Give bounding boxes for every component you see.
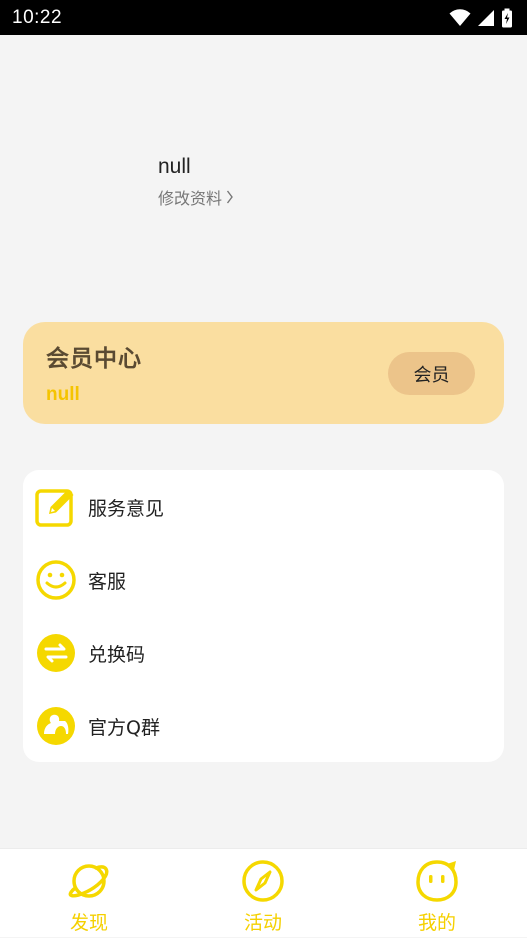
- nav-label: 发现: [69, 912, 108, 934]
- compass-icon: [242, 860, 284, 902]
- menu-item-label: 服务意见: [88, 497, 165, 520]
- edit-icon: [35, 486, 77, 528]
- status-bar: 10:22: [0, 0, 527, 35]
- wifi-icon: [449, 8, 471, 26]
- face-icon: [416, 860, 458, 902]
- tab-mine[interactable]: 我的: [377, 849, 497, 938]
- profile-name: null: [158, 155, 191, 178]
- vip-title: 会员中心: [46, 346, 142, 372]
- group-icon: [35, 705, 77, 747]
- battery-icon: [502, 8, 512, 27]
- edit-profile-link[interactable]: 修改资料: [158, 185, 234, 209]
- chevron-right-icon: [226, 190, 233, 204]
- nav-label: 我的: [417, 912, 456, 934]
- signal-icon: [478, 9, 494, 26]
- planet-icon: [68, 864, 109, 898]
- bottom-nav: 发现 活动 我的: [0, 848, 527, 937]
- tab-discover[interactable]: 发现: [29, 849, 149, 938]
- vip-button[interactable]: 会员: [388, 352, 475, 395]
- edit-profile-label: 修改资料: [158, 189, 223, 208]
- menu-card: 服务意见 客服 兑换码 官方Q群: [23, 470, 504, 762]
- smile-icon: [35, 559, 77, 601]
- menu-item-official-group[interactable]: 官方Q群: [23, 696, 504, 756]
- menu-item-label: 兑换码: [88, 643, 146, 666]
- tab-activity[interactable]: 活动: [203, 849, 323, 938]
- status-icons: [449, 8, 513, 28]
- menu-item-label: 官方Q群: [88, 716, 160, 739]
- vip-status: null: [46, 384, 80, 405]
- menu-item-redeem-code[interactable]: 兑换码: [23, 623, 504, 683]
- menu-item-customer-service[interactable]: 客服: [23, 550, 504, 610]
- exchange-icon: [35, 632, 77, 674]
- nav-label: 活动: [243, 912, 282, 934]
- profile-section: null 修改资料: [158, 155, 234, 209]
- menu-item-label: 客服: [88, 570, 127, 593]
- status-time: 10:22: [12, 6, 63, 28]
- menu-item-feedback[interactable]: 服务意见: [23, 477, 504, 537]
- vip-center-card[interactable]: 会员中心 null 会员: [23, 322, 504, 424]
